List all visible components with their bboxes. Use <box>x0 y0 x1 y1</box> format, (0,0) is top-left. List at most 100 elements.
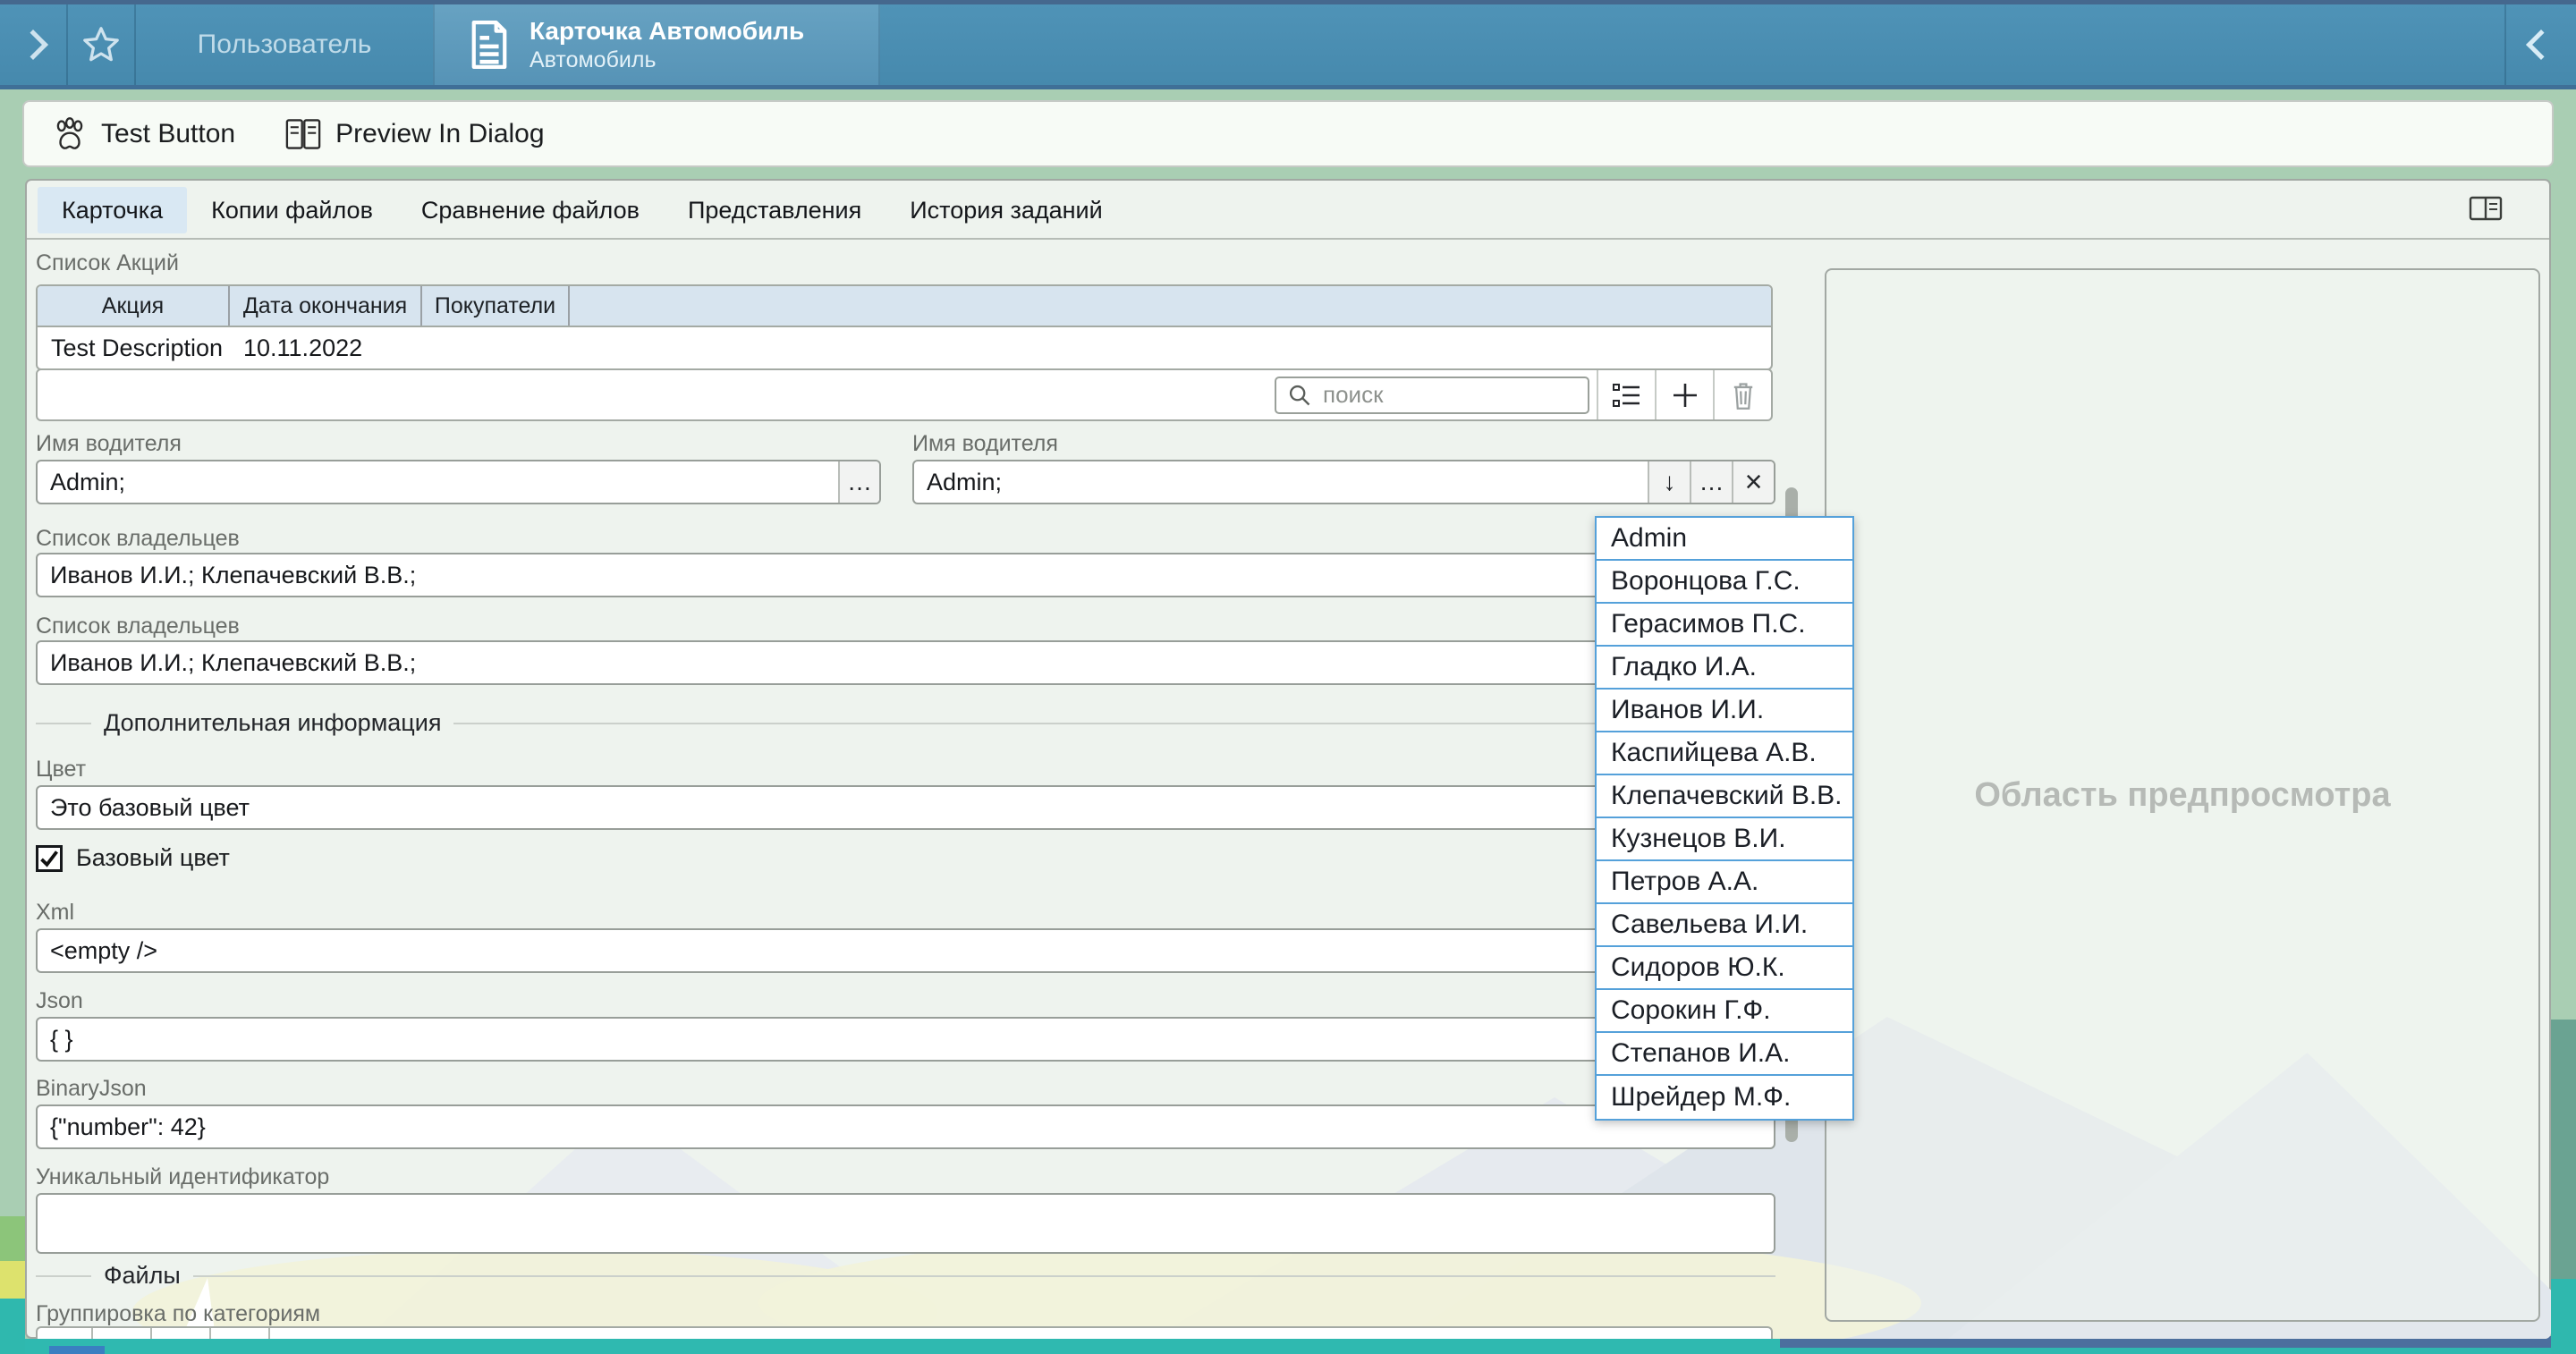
doc-tab-card-text: Карточка Автомобиль Автомобиль <box>530 15 804 74</box>
chevron-right-icon <box>18 30 48 60</box>
preview-in-dialog-label: Preview In Dialog <box>335 119 544 149</box>
uid-label: Уникальный идентификатор <box>36 1164 329 1190</box>
dropdown-item[interactable]: Клепачевский В.В. <box>1597 775 1852 818</box>
column-header-buyers[interactable]: Покупатели <box>422 286 570 326</box>
promo-search-input[interactable] <box>1321 380 1577 410</box>
nav-expand-button[interactable] <box>0 4 66 85</box>
dropdown-item[interactable]: Кузнецов В.И. <box>1597 818 1852 861</box>
driver-name-input-2[interactable] <box>914 461 1648 503</box>
document-icon <box>469 19 510 71</box>
promo-search-box <box>1275 377 1589 414</box>
driver-name-more-button[interactable]: … <box>838 461 879 503</box>
star-icon <box>80 24 122 65</box>
files-grid-cell <box>211 1328 270 1339</box>
dropdown-item[interactable]: Степанов И.А. <box>1597 1033 1852 1076</box>
dropdown-item[interactable]: Admin <box>1597 518 1852 561</box>
driver-name-more-button-2[interactable]: … <box>1690 461 1732 503</box>
tab-card[interactable]: Карточка <box>38 187 187 233</box>
list-select-icon <box>1612 382 1642 409</box>
owners-list-input-2[interactable] <box>36 640 1775 685</box>
xml-input[interactable] <box>36 928 1775 973</box>
dropdown-item[interactable]: Савельева И.И. <box>1597 904 1852 947</box>
json-input[interactable] <box>36 1017 1775 1062</box>
cell-end-date: 10.11.2022 <box>230 334 422 362</box>
doc-tab-card-auto[interactable]: Карточка Автомобиль Автомобиль <box>433 4 880 85</box>
driver-name-dropdown-popup: Admin Воронцова Г.С. Герасимов П.С. Глад… <box>1595 516 1854 1121</box>
doc-tab-user[interactable]: Пользователь <box>136 4 433 85</box>
ellipsis-icon: … <box>1699 468 1724 496</box>
dropdown-item[interactable]: Воронцова Г.С. <box>1597 561 1852 604</box>
tab-label: Представления <box>688 197 861 224</box>
files-grid-clipped <box>36 1326 1773 1339</box>
promo-delete-button[interactable] <box>1713 370 1771 419</box>
files-grid-cell <box>152 1328 211 1339</box>
chevron-left-icon <box>2526 30 2556 60</box>
arrow-down-icon: ↓ <box>1664 468 1676 496</box>
group-additional-info: Дополнительная информация <box>36 709 1775 737</box>
xml-label: Xml <box>36 900 74 926</box>
base-color-checkbox-label: Базовый цвет <box>76 844 230 872</box>
driver-name-input-1[interactable] <box>38 461 838 503</box>
dropdown-item[interactable]: Сидоров Ю.К. <box>1597 947 1852 990</box>
driver-name-label: Имя водителя <box>912 431 1058 457</box>
tab-file-copies[interactable]: Копии файлов <box>187 187 397 233</box>
color-input[interactable] <box>36 785 1775 830</box>
tab-label: Сравнение файлов <box>421 197 640 224</box>
dropdown-item[interactable]: Герасимов П.С. <box>1597 604 1852 647</box>
book-icon <box>284 116 323 152</box>
binaryjson-input[interactable] <box>36 1104 1775 1149</box>
nav-collapse-button[interactable] <box>2506 4 2576 85</box>
owners-list-label: Список владельцев <box>36 614 240 639</box>
test-button[interactable]: Test Button <box>42 115 244 153</box>
promo-grid-row[interactable]: Test Description 10.11.2022 <box>38 327 1771 368</box>
promo-select-list-button[interactable] <box>1597 370 1655 419</box>
column-header-end-date[interactable]: Дата окончания <box>230 286 422 326</box>
promo-list-label: Список Акций <box>36 250 179 276</box>
base-color-checkbox-row[interactable]: Базовый цвет <box>36 844 230 872</box>
cell-description: Test Description <box>38 334 230 362</box>
dropdown-item[interactable]: Каспийцева А.В. <box>1597 732 1852 775</box>
tab-label: История заданий <box>910 197 1102 224</box>
tab-task-history[interactable]: История заданий <box>886 187 1126 233</box>
test-button-label: Test Button <box>101 119 235 149</box>
tab-label: Карточка <box>62 197 163 224</box>
dropdown-item[interactable]: Иванов И.И. <box>1597 690 1852 732</box>
tab-label: Копии файлов <box>211 197 373 224</box>
driver-name-label: Имя водителя <box>36 431 182 457</box>
layout-mode-button[interactable] <box>2469 195 2503 222</box>
layout-icon <box>2469 195 2503 222</box>
favorites-button[interactable] <box>68 4 134 85</box>
trash-icon <box>1730 380 1757 410</box>
dropdown-item[interactable]: Сорокин Г.Ф. <box>1597 990 1852 1033</box>
color-label: Цвет <box>36 757 86 783</box>
driver-name-field-1: … <box>36 460 881 504</box>
doc-tab-card-subtitle: Автомобиль <box>530 47 804 74</box>
preview-in-dialog-button[interactable]: Preview In Dialog <box>275 116 553 152</box>
plus-icon <box>1671 381 1699 410</box>
search-icon <box>1287 383 1312 408</box>
window-titlebar: Пользователь Карточка Автомобиль Автомоб… <box>0 0 2576 89</box>
doc-tab-user-label: Пользователь <box>198 30 372 60</box>
checkbox-checked-icon[interactable] <box>36 845 63 872</box>
promo-add-button[interactable] <box>1655 370 1713 419</box>
wallpaper-right-stripe <box>2551 1020 2576 1306</box>
driver-name-clear-button[interactable]: × <box>1732 461 1774 503</box>
wallpaper-boat <box>49 1346 105 1354</box>
dropdown-item[interactable]: Шрейдер М.Ф. <box>1597 1076 1852 1119</box>
wallpaper-left-stripe <box>0 1261 25 1299</box>
column-header-promo[interactable]: Акция <box>38 286 230 326</box>
binaryjson-label: BinaryJson <box>36 1076 147 1102</box>
owners-list-input-1[interactable] <box>36 553 1775 597</box>
driver-name-dropdown-button[interactable]: ↓ <box>1648 461 1690 503</box>
paw-icon <box>51 115 89 153</box>
tab-views[interactable]: Представления <box>664 187 886 233</box>
uid-input[interactable] <box>36 1193 1775 1254</box>
tab-file-compare[interactable]: Сравнение файлов <box>397 187 664 233</box>
promo-grid-header: Акция Дата окончания Покупатели <box>38 286 1771 327</box>
preview-placeholder-text: Область предпросмотра <box>1974 776 2390 815</box>
dropdown-item[interactable]: Гладко И.А. <box>1597 647 1852 690</box>
dropdown-item[interactable]: Петров А.А. <box>1597 861 1852 904</box>
wallpaper-right-stripe <box>2551 1279 2576 1354</box>
titlebar-spacer <box>880 4 2504 85</box>
promo-grid-toolbar <box>36 368 1773 421</box>
